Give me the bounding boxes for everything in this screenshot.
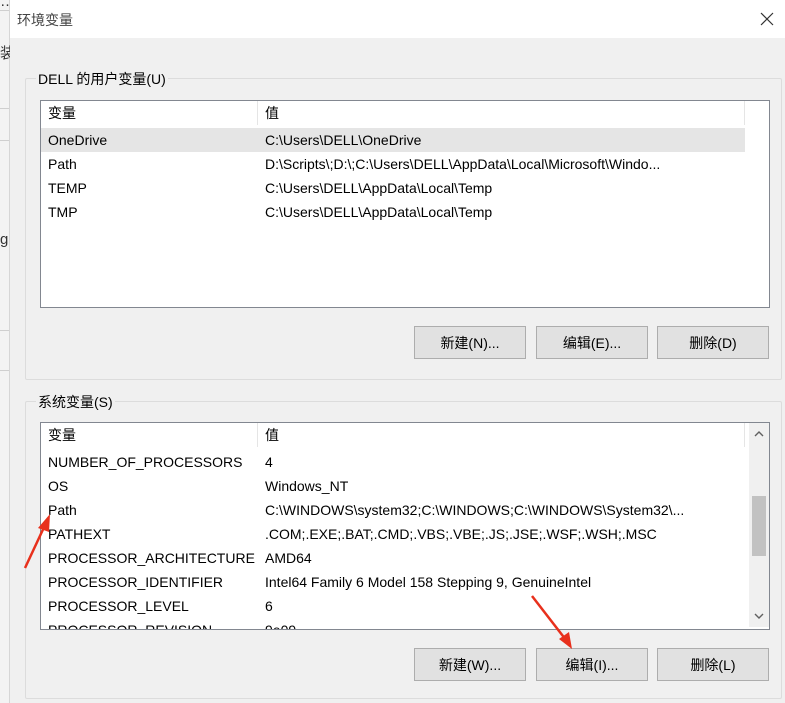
variable-value: C:\Users\DELL\AppData\Local\Temp bbox=[265, 204, 493, 220]
variable-value: Windows_NT bbox=[265, 478, 349, 494]
variable-name: PROCESSOR_REVISION bbox=[48, 622, 213, 630]
variable-value: 9e09 bbox=[265, 622, 297, 630]
variable-value: 6 bbox=[265, 598, 273, 614]
background-glyph: g bbox=[0, 231, 9, 248]
table-row[interactable]: OS Windows_NT bbox=[41, 474, 745, 498]
scroll-down-button[interactable] bbox=[749, 607, 769, 625]
scroll-up-button[interactable] bbox=[749, 425, 769, 443]
title-bar: 环境变量 bbox=[10, 0, 785, 38]
variable-name: TMP bbox=[48, 204, 78, 220]
variable-name: PATHEXT bbox=[48, 526, 111, 542]
system-new-button[interactable]: 新建(W)... bbox=[414, 648, 526, 681]
variable-name: PROCESSOR_IDENTIFIER bbox=[48, 574, 224, 590]
table-row[interactable]: PATHEXT .COM;.EXE;.BAT;.CMD;.VBS;.VBE;.J… bbox=[41, 522, 745, 546]
user-variables-list[interactable]: 变量 值 OneDrive C:\Users\DELL\OneDrive Pat… bbox=[40, 100, 770, 308]
list-header: 变量 值 bbox=[41, 423, 745, 447]
variable-value: C:\WINDOWS\system32;C:\WINDOWS;C:\WINDOW… bbox=[265, 502, 685, 518]
close-button[interactable] bbox=[749, 0, 785, 38]
user-new-button[interactable]: 新建(N)... bbox=[414, 326, 526, 359]
table-row[interactable]: TMP C:\Users\DELL\AppData\Local\Temp bbox=[41, 200, 745, 224]
chevron-up-icon bbox=[754, 431, 764, 437]
table-row[interactable]: Path D:\Scripts\;D:\;C:\Users\DELL\AppDa… bbox=[41, 152, 745, 176]
variable-name: Path bbox=[48, 502, 77, 518]
variable-name: Path bbox=[48, 156, 77, 172]
vertical-scrollbar[interactable] bbox=[749, 423, 769, 627]
divider bbox=[0, 108, 9, 109]
table-row[interactable]: NUMBER_OF_PROCESSORS 4 bbox=[41, 450, 745, 474]
table-row[interactable]: Path C:\WINDOWS\system32;C:\WINDOWS;C:\W… bbox=[41, 498, 745, 522]
column-header-value[interactable]: 值 bbox=[258, 423, 745, 447]
chevron-down-icon bbox=[754, 613, 764, 619]
user-edit-button[interactable]: 编辑(E)... bbox=[536, 326, 648, 359]
close-icon bbox=[760, 12, 774, 26]
variable-value: Intel64 Family 6 Model 158 Stepping 9, G… bbox=[265, 574, 592, 590]
list-header: 变量 值 bbox=[41, 101, 745, 125]
column-header-value[interactable]: 值 bbox=[258, 101, 745, 125]
variable-name: OS bbox=[48, 478, 69, 494]
variable-name: TEMP bbox=[48, 180, 87, 196]
table-row[interactable]: TEMP C:\Users\DELL\AppData\Local\Temp bbox=[41, 176, 745, 200]
variable-value: AMD64 bbox=[265, 550, 312, 566]
table-row[interactable]: PROCESSOR_ARCHITECTURE AMD64 bbox=[41, 546, 745, 570]
user-delete-button[interactable]: 删除(D) bbox=[657, 326, 769, 359]
user-variables-label: DELL 的用户变量(U) bbox=[36, 69, 168, 89]
environment-variables-dialog: 环境变量 DELL 的用户变量(U) 变量 值 OneDrive C:\User… bbox=[10, 0, 785, 703]
system-variables-list[interactable]: 变量 值 NUMBER_OF_PROCESSORS 4 OS Windows_N… bbox=[40, 422, 770, 630]
variable-value: D:\Scripts\;D:\;C:\Users\DELL\AppData\Lo… bbox=[265, 156, 661, 172]
divider bbox=[0, 140, 9, 141]
system-edit-button[interactable]: 编辑(I)... bbox=[536, 648, 648, 681]
window-title: 环境变量 bbox=[17, 12, 73, 28]
variable-name: OneDrive bbox=[48, 132, 108, 148]
scrollbar-thumb[interactable] bbox=[752, 496, 766, 556]
divider bbox=[0, 370, 9, 371]
table-row[interactable]: OneDrive C:\Users\DELL\OneDrive bbox=[41, 128, 745, 152]
column-header-variable[interactable]: 变量 bbox=[41, 101, 258, 125]
table-row[interactable]: PROCESSOR_IDENTIFIER Intel64 Family 6 Mo… bbox=[41, 570, 745, 594]
variable-value: 4 bbox=[265, 454, 273, 470]
divider bbox=[0, 330, 9, 331]
table-row[interactable]: PROCESSOR_LEVEL 6 bbox=[41, 594, 745, 618]
divider bbox=[0, 10, 9, 11]
variable-name: PROCESSOR_LEVEL bbox=[48, 598, 189, 614]
variable-value: C:\Users\DELL\AppData\Local\Temp bbox=[265, 180, 493, 196]
table-row[interactable]: PROCESSOR_REVISION 9e09 bbox=[41, 618, 745, 630]
variable-value: .COM;.EXE;.BAT;.CMD;.VBS;.VBE;.JS;.JSE;.… bbox=[265, 526, 657, 542]
system-variables-label: 系统变量(S) bbox=[36, 392, 115, 412]
background-window-edge: … 装 g bbox=[0, 0, 15, 703]
variable-name: NUMBER_OF_PROCESSORS bbox=[48, 454, 243, 470]
column-header-variable[interactable]: 变量 bbox=[41, 423, 258, 447]
system-delete-button[interactable]: 删除(L) bbox=[657, 648, 769, 681]
variable-name: PROCESSOR_ARCHITECTURE bbox=[48, 550, 255, 566]
variable-value: C:\Users\DELL\OneDrive bbox=[265, 132, 422, 148]
